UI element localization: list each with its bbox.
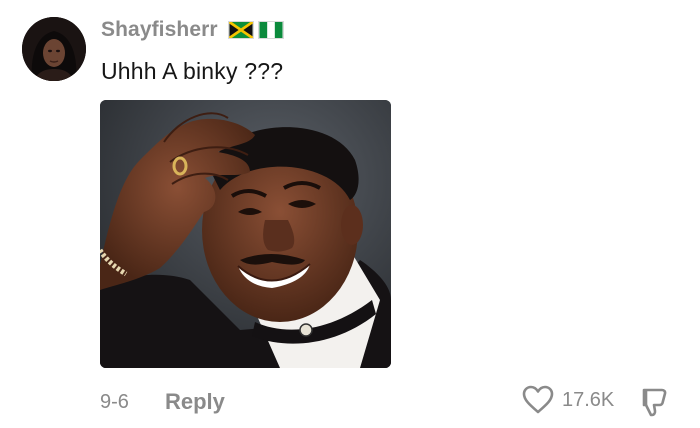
like-count: 17.6K (562, 388, 615, 411)
username[interactable]: Shayfisherr (101, 18, 284, 42)
thumbs-down-icon[interactable] (640, 386, 672, 418)
comment: Shayfisherr Uhhh A binky ??? 9-6 Reply 1… (0, 0, 700, 428)
reply-button[interactable]: Reply (165, 389, 225, 415)
dislike-button[interactable] (640, 386, 672, 423)
avatar[interactable] (22, 17, 86, 81)
image-attachment[interactable] (100, 100, 391, 368)
username-text: Shayfisherr (101, 18, 218, 41)
comment-date: 9-6 (100, 391, 129, 413)
jamaica-flag-icon (227, 21, 254, 39)
flag-group (227, 21, 284, 39)
like-button[interactable]: 17.6K (522, 385, 614, 415)
nigeria-flag-icon (257, 21, 284, 39)
comment-text: Uhhh A binky ??? (101, 58, 284, 84)
heart-outline-icon[interactable] (522, 385, 554, 415)
